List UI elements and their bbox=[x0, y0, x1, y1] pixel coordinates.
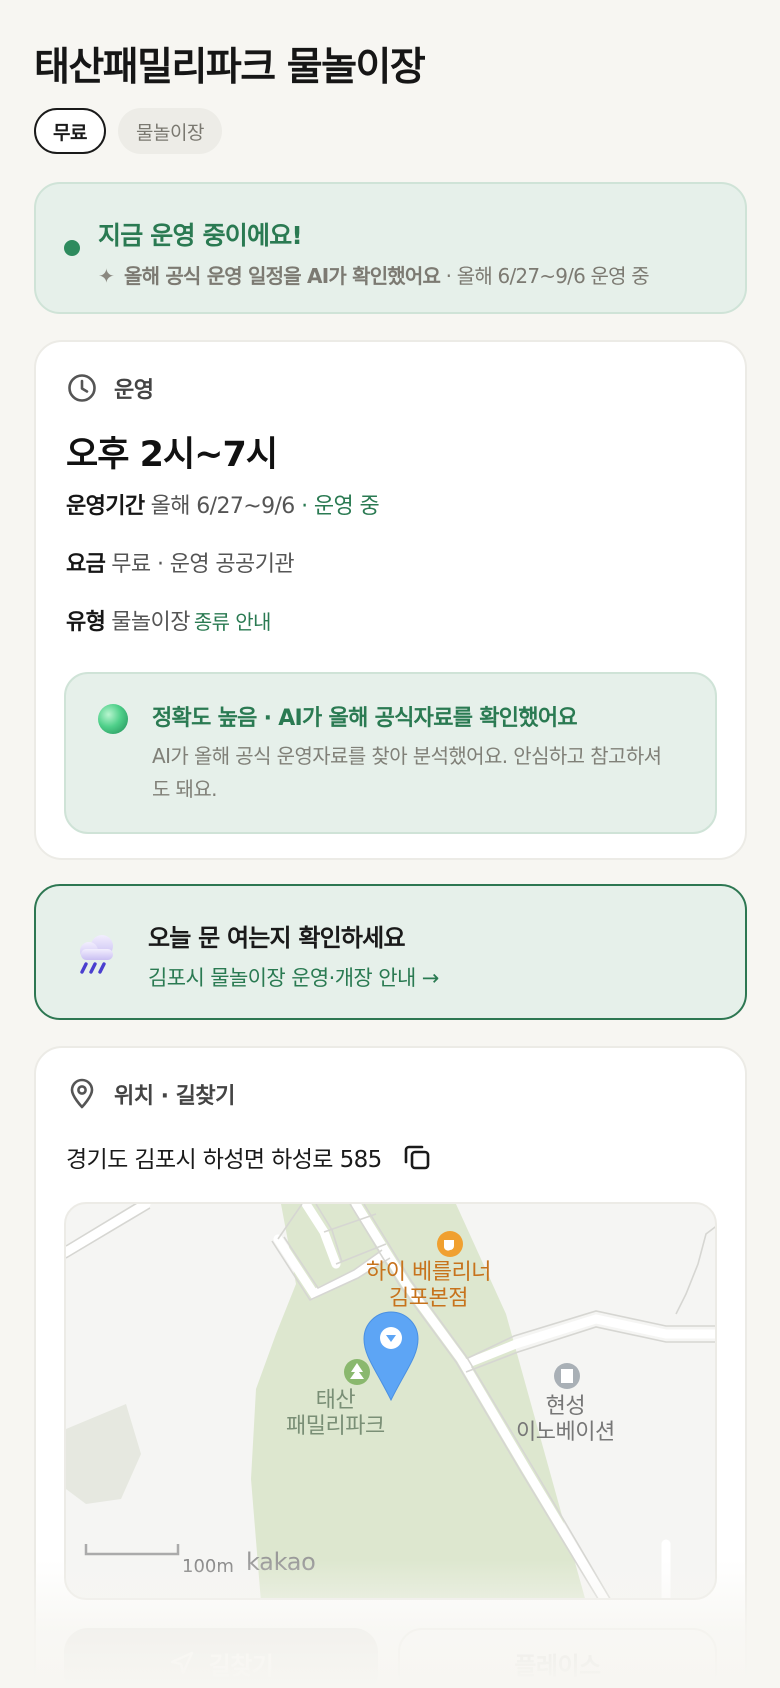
status-sub-strong: 올해 공식 운영 일정을 AI가 확인했어요 bbox=[123, 264, 441, 288]
kakao-logo: kakao bbox=[246, 1548, 316, 1576]
poi-cafe-label[interactable]: 하이 베를리너 김포본점 bbox=[366, 1260, 491, 1312]
clock-icon bbox=[66, 372, 98, 404]
status-title: 지금 운영 중이에요! bbox=[98, 221, 303, 250]
accuracy-title: 정확도 높음 · AI가 올해 공식자료를 확인했어요 bbox=[152, 706, 578, 731]
address-text: 경기도 김포시 하성면 하성로 585 bbox=[66, 1147, 382, 1173]
hours-card: 운영 오후 2시~7시 운영기간 올해 6/27~9/6 · 운영 중 요금 무료 … bbox=[34, 340, 747, 860]
period-value: 올해 6/27~9/6 bbox=[150, 494, 296, 519]
poi-company-label[interactable]: 현성 이노베이션 bbox=[516, 1394, 615, 1446]
place-button[interactable]: 플레이스 bbox=[398, 1628, 717, 1688]
location-card: 위치 · 길찾기 경기도 김포시 하성면 하성로 585 하이 베를리너 김포본… bbox=[34, 1046, 747, 1688]
period-row: 운영기간 올해 6/27~9/6 · 운영 중 bbox=[66, 488, 380, 520]
type-value: 물놀이장 bbox=[111, 610, 190, 635]
location-section-header: 위치 · 길찾기 bbox=[66, 1078, 235, 1110]
location-section-title: 위치 · 길찾기 bbox=[114, 1084, 235, 1109]
page-root: 태산패밀리파크 물놀이장 무료 물놀이장 지금 운영 중이에요! ✦ 올해 공식 … bbox=[0, 0, 780, 1688]
address-row: 경기도 김포시 하성면 하성로 585 bbox=[66, 1140, 432, 1174]
page-title: 태산패밀리파크 물놀이장 bbox=[34, 45, 426, 90]
period-status: · 운영 중 bbox=[294, 494, 380, 519]
directions-button[interactable]: 길찾기 bbox=[64, 1628, 378, 1688]
type-label: 유형 bbox=[66, 610, 106, 635]
operating-status-card: 지금 운영 중이에요! ✦ 올해 공식 운영 일정을 AI가 확인했어요 · 올해… bbox=[34, 182, 747, 314]
fee-value: 무료 · 운영 공공기관 bbox=[111, 552, 294, 577]
hours-section-header: 운영 bbox=[66, 372, 154, 404]
status-sub-rest: · 올해 6/27~9/6 운영 중 bbox=[440, 264, 650, 288]
period-label: 운영기간 bbox=[66, 494, 145, 519]
map-scale-label: 100m bbox=[182, 1556, 234, 1577]
directions-label: 길찾기 bbox=[208, 1651, 274, 1680]
status-dot-icon bbox=[64, 240, 80, 256]
hours-section-title: 운영 bbox=[114, 378, 154, 403]
open-check-card[interactable]: 오늘 문 여는지 확인하세요 김포시 물놀이장 운영·개장 안내 → bbox=[34, 884, 747, 1020]
poi-park-label[interactable]: 태산 패밀리파크 bbox=[286, 1388, 385, 1440]
status-subtitle: ✦ 올해 공식 운영 일정을 AI가 확인했어요 · 올해 6/27~9/6 운영… bbox=[98, 260, 650, 289]
open-check-title: 오늘 문 여는지 확인하세요 bbox=[148, 924, 406, 952]
type-chip[interactable]: 물놀이장 bbox=[118, 108, 222, 154]
fee-row: 요금 무료 · 운영 공공기관 bbox=[66, 546, 295, 578]
map-view[interactable]: 하이 베를리너 김포본점 태산 패밀리파크 현성 이노베이션 100m kaka… bbox=[64, 1202, 717, 1600]
navigation-arrow-icon bbox=[169, 1650, 195, 1676]
fee-label: 요금 bbox=[66, 552, 106, 577]
type-row: 유형 물놀이장 종류 안내 bbox=[66, 604, 271, 636]
ai-orb-icon bbox=[98, 704, 128, 734]
accuracy-box: 정확도 높음 · AI가 올해 공식자료를 확인했어요 AI가 올해 공식 운영… bbox=[64, 672, 717, 834]
hours-text: 오후 2시~7시 bbox=[66, 435, 278, 475]
sparkle-icon: ✦ bbox=[98, 264, 115, 288]
type-guide-link[interactable]: 종류 안내 bbox=[194, 610, 272, 634]
place-label: 플레이스 bbox=[514, 1651, 601, 1680]
open-check-link[interactable]: 김포시 물놀이장 운영·개장 안내 → bbox=[148, 962, 439, 992]
price-chip[interactable]: 무료 bbox=[34, 108, 106, 154]
green-blob bbox=[66, 1404, 141, 1504]
map-pin-icon bbox=[66, 1078, 98, 1110]
rain-cloud-icon bbox=[72, 932, 120, 976]
accuracy-body: AI가 올해 공식 운영자료를 찾아 분석했어요. 안심하고 참고하셔도 돼요. bbox=[152, 744, 662, 801]
copy-icon[interactable] bbox=[402, 1142, 432, 1172]
